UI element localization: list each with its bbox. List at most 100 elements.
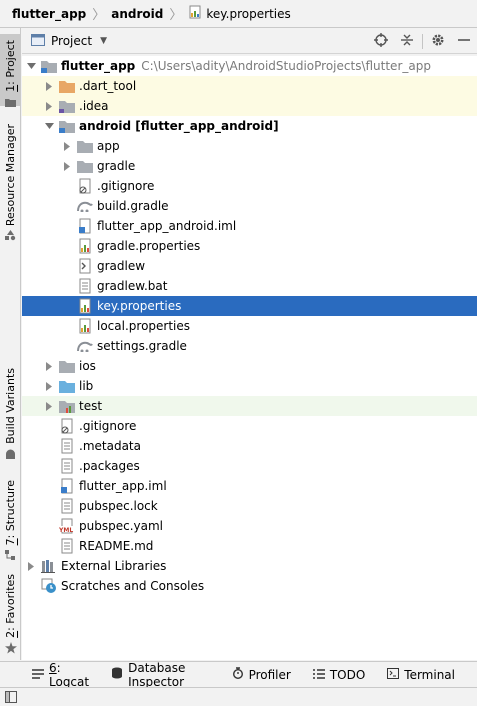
tree-row[interactable]: android [flutter_app_android] (22, 116, 477, 136)
tree-row[interactable]: gradlew (22, 256, 477, 276)
folder-icon (59, 358, 75, 374)
project-view-title: Project (51, 34, 93, 48)
tree-row[interactable]: key.properties (22, 296, 477, 316)
tree-row[interactable]: .packages (22, 456, 477, 476)
svg-text:YML: YML (59, 527, 73, 534)
libraries-icon (41, 558, 57, 574)
tool-tab-build-variants[interactable]: Build Variants (0, 368, 21, 460)
expand-arrow-down-icon[interactable] (26, 61, 36, 71)
tool-tab-resource-manager[interactable]: Resource Manager (0, 124, 21, 241)
panel-actions (368, 29, 477, 54)
settings-button[interactable] (425, 29, 451, 54)
project-view-icon (31, 33, 45, 49)
tree-row-label: settings.gradle (97, 339, 187, 353)
tool-tab-todo[interactable]: TODO (312, 668, 365, 682)
tree-row[interactable]: app (22, 136, 477, 156)
collapse-all-button[interactable] (394, 29, 420, 54)
tool-tab-terminal[interactable]: Terminal (387, 667, 455, 682)
toggle-tool-windows-icon[interactable] (5, 691, 17, 706)
tree-row-label: .metadata (79, 439, 141, 453)
expand-arrow-right-icon[interactable] (44, 381, 54, 391)
status-bar (0, 687, 477, 706)
tool-tab-project[interactable]: 1: Project (0, 34, 21, 107)
tree-item-name: ios (79, 359, 96, 373)
expand-arrow-right-icon[interactable] (62, 141, 72, 151)
tree-item-name: gradlew.bat (97, 279, 168, 293)
source-folder-icon (59, 378, 75, 394)
logcat-icon (32, 668, 44, 682)
tree-row[interactable]: lib (22, 376, 477, 396)
tree-row[interactable]: ios (22, 356, 477, 376)
tool-tab-database-inspector[interactable]: Database Inspector (111, 661, 209, 689)
tree-row-label: android [flutter_app_android] (79, 119, 279, 133)
tree-row[interactable]: gradle (22, 156, 477, 176)
tree-row[interactable]: flutter_app C:\Users\adity\AndroidStudioP… (22, 56, 477, 76)
script-file-icon (77, 258, 93, 274)
tree-row-label: build.gradle (97, 199, 169, 213)
breadcrumb-item-file[interactable]: key.properties (188, 5, 291, 22)
scratches-icon (41, 578, 57, 594)
tree-item-name: gradlew (97, 259, 146, 273)
tree-row[interactable]: .gitignore (22, 416, 477, 436)
expand-arrow-right-icon[interactable] (44, 361, 54, 371)
hide-panel-button[interactable] (451, 29, 477, 54)
tree-row[interactable]: .dart_tool (22, 76, 477, 96)
text-file-icon (59, 498, 75, 514)
ide-window: flutter_app 〉 android 〉 key.properties 1… (0, 0, 477, 706)
tree-row-label: key.properties (97, 299, 181, 313)
tree-row[interactable]: test (22, 396, 477, 416)
expand-arrow-right-icon[interactable] (62, 161, 72, 171)
expand-arrow-right-icon[interactable] (44, 101, 54, 111)
tree-item-name: settings.gradle (97, 339, 187, 353)
tree-row[interactable]: pubspec.lock (22, 496, 477, 516)
tree-row[interactable]: .metadata (22, 436, 477, 456)
tree-item-name: gradle (97, 159, 136, 173)
target-icon (374, 33, 388, 50)
tree-row[interactable]: .idea (22, 96, 477, 116)
tree-row[interactable]: gradlew.bat (22, 276, 477, 296)
tree-row-label: Scratches and Consoles (61, 579, 204, 593)
tool-tab-logcat[interactable]: 6: Logcat (32, 661, 89, 689)
database-icon (111, 667, 123, 682)
expand-arrow-right-icon[interactable] (26, 561, 36, 571)
tree-row[interactable]: External Libraries (22, 556, 477, 576)
collapse-all-icon (400, 33, 414, 50)
tree-row[interactable]: settings.gradle (22, 336, 477, 356)
tree-row[interactable]: Scratches and Consoles (22, 576, 477, 596)
project-view-selector[interactable]: Project ▼ (31, 33, 107, 49)
folder-icon (5, 96, 16, 110)
tree-row-label: External Libraries (61, 559, 166, 573)
divider (422, 34, 423, 49)
tree-row-label: .gitignore (79, 419, 136, 433)
expand-arrow-right-icon[interactable] (44, 81, 54, 91)
tree-row[interactable]: gradle.properties (22, 236, 477, 256)
tool-tab-profiler[interactable]: Profiler (232, 667, 291, 682)
expand-arrow-down-icon[interactable] (44, 121, 54, 131)
tree-row[interactable]: YML pubspec.yaml (22, 516, 477, 536)
tree-row-label: pubspec.lock (79, 499, 158, 513)
tree-item-name: flutter_app_android.iml (97, 219, 237, 233)
tree-row[interactable]: build.gradle (22, 196, 477, 216)
tree-row[interactable]: flutter_app.iml (22, 476, 477, 496)
tree-item-name: README.md (79, 539, 154, 553)
breadcrumb-item-android[interactable]: android (111, 7, 163, 21)
folder-icon (59, 98, 75, 114)
gradle-icon (77, 198, 93, 214)
tree-item-name: .gitignore (97, 179, 155, 193)
breadcrumb-item-project[interactable]: flutter_app (12, 7, 86, 21)
expand-arrow-right-icon[interactable] (44, 401, 54, 411)
locate-file-button[interactable] (368, 29, 394, 54)
tool-tab-favorites[interactable]: 2: Favorites (0, 574, 21, 654)
tree-row-label: gradle (97, 159, 135, 173)
breadcrumb: flutter_app 〉 android 〉 key.properties (0, 0, 477, 28)
tree-item-name: gradle.properties (97, 239, 201, 253)
chevron-down-icon: ▼ (100, 36, 107, 46)
tree-row[interactable]: flutter_app_android.iml (22, 216, 477, 236)
yaml-file-icon: YML (59, 518, 75, 534)
tool-tab-structure[interactable]: 7: Structure (0, 480, 21, 561)
shapes-icon (5, 230, 16, 244)
tree-row[interactable]: local.properties (22, 316, 477, 336)
tool-tab-database-inspector-label: Database Inspector (128, 660, 186, 689)
tree-row[interactable]: README.md (22, 536, 477, 556)
tree-row[interactable]: .gitignore (22, 176, 477, 196)
